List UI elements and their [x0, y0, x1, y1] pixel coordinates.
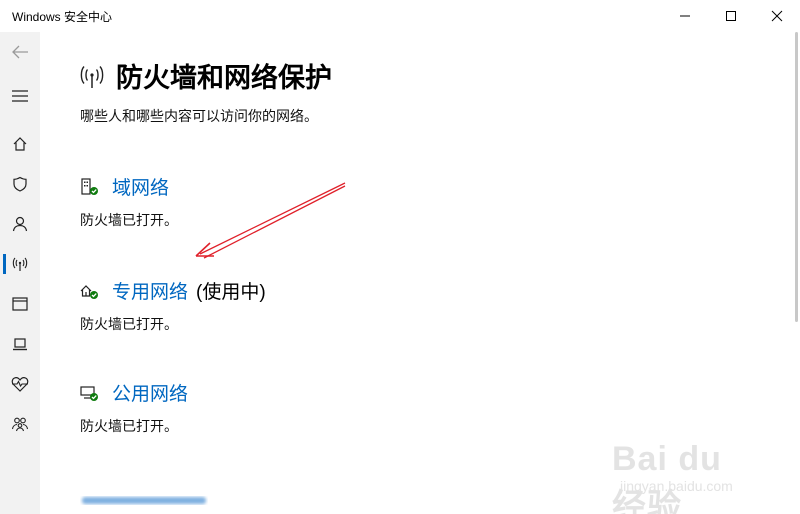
- close-button[interactable]: [754, 0, 800, 32]
- blurred-link[interactable]: [80, 492, 208, 508]
- minimize-button[interactable]: [662, 0, 708, 32]
- page-title: 防火墙和网络保护: [116, 63, 332, 93]
- sidebar-item-home[interactable]: [0, 124, 40, 164]
- menu-button[interactable]: [0, 76, 40, 116]
- public-network-link[interactable]: 公用网络: [112, 379, 188, 406]
- sidebar-item-app-browser-control[interactable]: [0, 284, 40, 324]
- public-network-check-icon: [80, 385, 98, 401]
- wifi-antenna-icon: [80, 65, 104, 88]
- sidebar-item-account-protection[interactable]: [0, 204, 40, 244]
- network-section-domain: 域网络 防火墙已打开。: [80, 173, 178, 230]
- baidu-watermark: Bai du 经验 jingyan.baidu.com: [612, 430, 762, 514]
- back-button[interactable]: [0, 32, 40, 72]
- back-arrow-icon: [12, 45, 28, 59]
- network-section-private: 专用网络 (使用中) 防火墙已打开。: [80, 277, 266, 334]
- app-browser-icon: [12, 297, 28, 311]
- heart-pulse-icon: [11, 377, 29, 392]
- laptop-icon: [13, 338, 27, 351]
- private-network-link[interactable]: 专用网络: [112, 277, 188, 304]
- person-icon: [12, 216, 28, 232]
- sidebar-item-family-options[interactable]: [0, 404, 40, 444]
- in-use-label: (使用中): [196, 282, 266, 303]
- maximize-icon: [726, 11, 736, 21]
- maximize-button[interactable]: [708, 0, 754, 32]
- watermark-brand: Bai du 经验: [612, 440, 722, 514]
- home-icon: [13, 137, 27, 151]
- public-network-status: 防火墙已打开。: [80, 418, 178, 434]
- watermark-url: jingyan.baidu.com: [620, 478, 733, 494]
- domain-network-status: 防火墙已打开。: [80, 212, 178, 228]
- window-title: Windows 安全中心: [12, 10, 113, 24]
- network-section-public: 公用网络 防火墙已打开。: [80, 379, 188, 436]
- family-icon: [11, 417, 29, 432]
- minimize-icon: [680, 15, 690, 17]
- sidebar: [0, 32, 40, 514]
- page-header: 防火墙和网络保护: [80, 56, 332, 95]
- sidebar-item-virus-protection[interactable]: [0, 164, 40, 204]
- title-bar: Windows 安全中心: [0, 0, 800, 32]
- private-network-status: 防火墙已打开。: [80, 316, 178, 332]
- domain-network-link[interactable]: 域网络: [112, 173, 169, 200]
- hamburger-menu-icon: [12, 90, 28, 102]
- scrollbar[interactable]: [795, 32, 798, 322]
- shield-icon: [13, 176, 27, 192]
- sidebar-item-device-health[interactable]: [0, 364, 40, 404]
- sidebar-item-device-security[interactable]: [0, 324, 40, 364]
- private-network-check-icon: [80, 284, 98, 299]
- page-subtitle: 哪些人和哪些内容可以访问你的网络。: [80, 108, 318, 124]
- domain-network-check-icon: [81, 177, 98, 195]
- wifi-antenna-icon: [12, 257, 28, 271]
- close-icon: [771, 10, 783, 22]
- sidebar-item-firewall[interactable]: [0, 244, 40, 284]
